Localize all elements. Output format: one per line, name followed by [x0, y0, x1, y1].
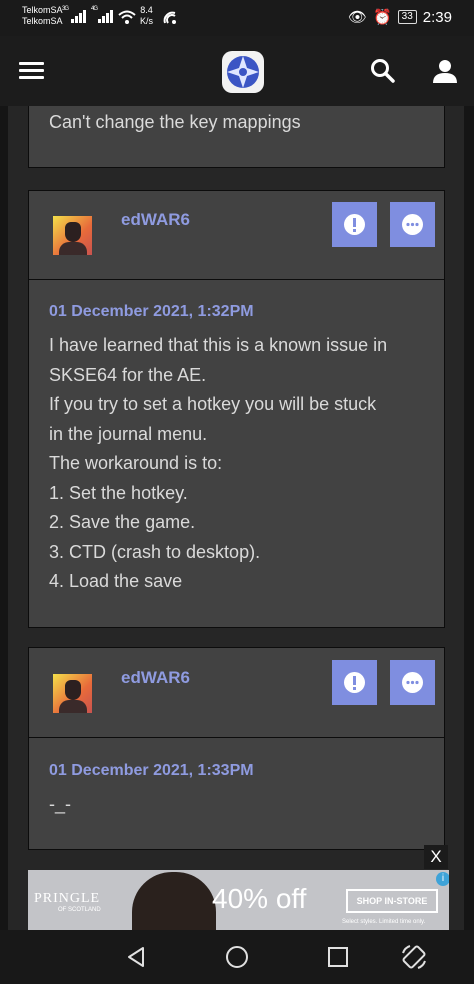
home-icon[interactable] — [225, 945, 249, 969]
post-body: 01 December 2021, 1:33PM -_- — [28, 737, 445, 850]
quote-button[interactable] — [390, 202, 435, 247]
eye-icon: 👁 — [347, 9, 367, 26]
ad-cta-button[interactable]: SHOP IN-STORE — [346, 889, 438, 913]
post-text: Can't change the key mappings — [49, 112, 301, 132]
top-navbar — [0, 36, 474, 106]
quote-button[interactable] — [390, 660, 435, 705]
post-text: -_- — [49, 794, 71, 814]
wifi-icon — [118, 10, 136, 24]
post-text: I have learned that this is a known issu… — [49, 335, 388, 591]
back-icon[interactable] — [124, 945, 148, 969]
ad-offer: 40% off — [212, 883, 307, 914]
username-link[interactable]: edWAR6 — [121, 210, 190, 230]
carrier-labels: TelkomSA TelkomSA — [22, 5, 63, 27]
speech-bubble-icon — [402, 214, 423, 235]
post-body-previous: Can't change the key mappings — [28, 106, 445, 168]
network-type-1: 3G — [62, 6, 69, 12]
report-button[interactable] — [332, 660, 377, 705]
thread-content[interactable]: Can't change the key mappings edWAR6 01 … — [0, 106, 474, 930]
status-bar: TelkomSA TelkomSA 3G 4G 8.4 K/s 👁 ⏰ 33 2… — [0, 0, 474, 36]
rotate-icon[interactable] — [400, 943, 428, 971]
clock: 2:39 — [422, 8, 452, 26]
username-link[interactable]: edWAR6 — [121, 668, 190, 688]
ad-brand-sub: OF SCOTLAND — [58, 907, 101, 913]
search-icon[interactable] — [370, 58, 396, 84]
post-date: 01 December 2021, 1:33PM — [49, 762, 254, 779]
exclamation-icon — [344, 214, 365, 235]
speech-bubble-icon — [402, 672, 423, 693]
hamburger-icon[interactable] — [19, 62, 44, 80]
network-speed: 8.4 K/s — [140, 5, 154, 26]
post-date: 01 December 2021, 1:32PM — [49, 303, 254, 320]
signal-icon — [71, 10, 86, 23]
ad-model-image — [132, 872, 216, 930]
site-logo[interactable] — [222, 51, 264, 93]
close-ad-button[interactable]: X — [424, 845, 448, 869]
battery-indicator: 33 — [397, 10, 417, 24]
user-icon[interactable] — [432, 58, 458, 84]
post-body: 01 December 2021, 1:32PM I have learned … — [28, 279, 445, 628]
post-header: edWAR6 — [28, 190, 445, 280]
exclamation-icon — [344, 672, 365, 693]
carrier-2: TelkomSA — [22, 16, 63, 26]
post-header: edWAR6 — [28, 647, 445, 738]
carrier-1: TelkomSA — [22, 5, 63, 15]
report-button[interactable] — [332, 202, 377, 247]
system-nav-bar — [0, 930, 474, 984]
status-right: 👁 ⏰ 33 2:39 — [347, 8, 452, 27]
avatar[interactable] — [53, 216, 92, 255]
signal-icon-2 — [98, 10, 113, 23]
ad-brand: PRINGLE — [34, 891, 101, 906]
recents-icon[interactable] — [326, 945, 350, 969]
avatar[interactable] — [53, 674, 92, 713]
info-icon[interactable]: i — [436, 872, 449, 886]
ad-banner[interactable]: PRINGLE OF SCOTLAND 40% off SHOP IN-STOR… — [28, 870, 449, 930]
alarm-icon: ⏰ — [372, 9, 392, 26]
hotspot-icon — [163, 11, 176, 24]
ad-small-print: Select styles. Limited time only. — [342, 919, 426, 925]
